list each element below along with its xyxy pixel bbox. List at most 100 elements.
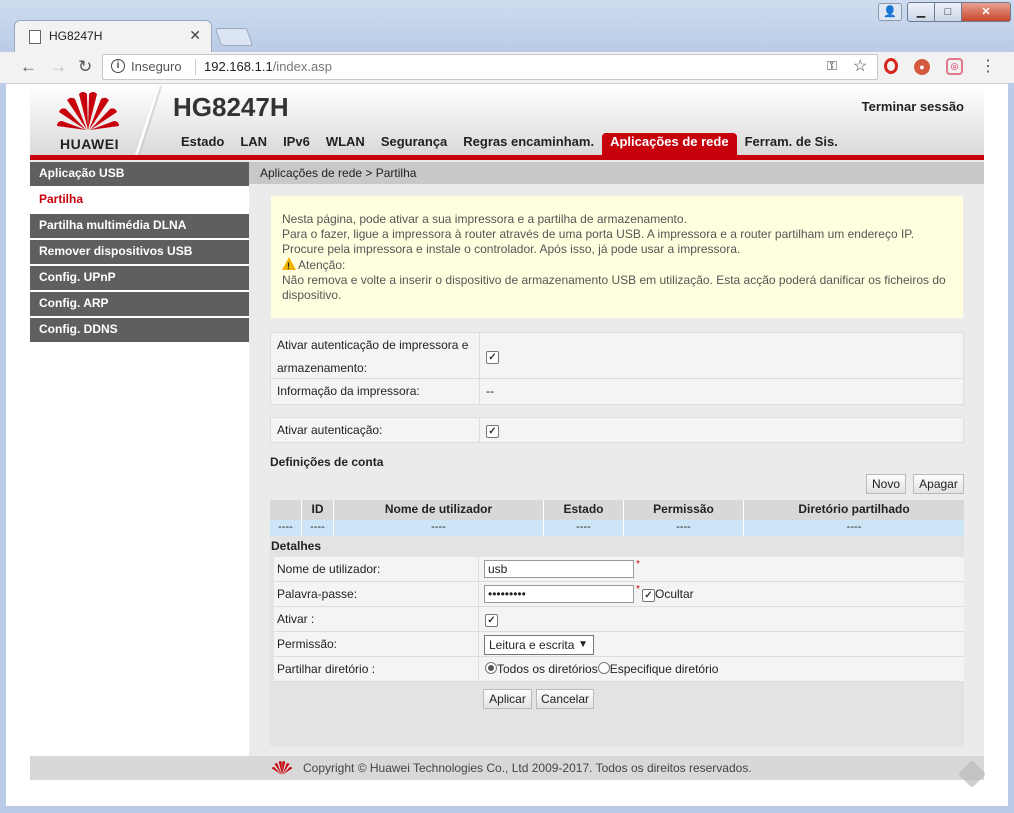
enable-checkbox[interactable]: ✓ <box>485 614 498 627</box>
nav-seguranca[interactable]: Segurança <box>373 133 455 156</box>
notice-line: Para o fazer, ligue a impressora à route… <box>282 227 915 241</box>
address-bar[interactable]: i Inseguro 192.168.1.1/index.asp ⚿ ☆ <box>102 54 878 80</box>
user-profile-icon[interactable]: 👤 <box>878 3 902 21</box>
forward-arrow-icon[interactable]: → <box>50 57 67 77</box>
auth-label: Ativar autenticação: <box>271 418 480 442</box>
notice-attention: ! Atenção: <box>282 257 951 273</box>
printer-auth-label: Ativar autenticação de impressora e arma… <box>271 333 480 379</box>
username-input[interactable]: usb <box>484 560 634 578</box>
auth-row: Ativar autenticação: ✓ <box>271 418 963 442</box>
sidebar-item-dlna[interactable]: Partilha multimédia DLNA <box>30 214 249 240</box>
column-header-id: ID <box>302 500 334 520</box>
url-path: /index.asp <box>272 59 332 74</box>
details-panel: Detalhes Nome de utilizador: usb * Palav… <box>270 536 964 746</box>
key-icon[interactable]: ⚿ <box>827 58 837 74</box>
nav-ipv6[interactable]: IPv6 <box>275 133 318 156</box>
notice-line: Procure pela impressora e instale o cont… <box>282 242 741 256</box>
breadcrumb: Aplicações de rede > Partilha <box>249 162 984 184</box>
opera-extension-icon[interactable] <box>884 58 898 74</box>
breadcrumb-text: Aplicações de rede > Partilha <box>260 166 417 180</box>
username-label: Nome de utilizador: <box>274 557 479 581</box>
column-header-status: Estado <box>544 500 624 520</box>
printer-auth-checkbox[interactable]: ✓ <box>486 351 499 364</box>
share-specific-radio[interactable] <box>597 662 610 674</box>
maximize-button[interactable]: □ <box>934 2 962 22</box>
password-row: Palavra-passe: ••••••••• * ✓ Ocultar <box>274 582 964 607</box>
table-row[interactable]: ---- ---- ---- ---- ---- ---- <box>270 520 964 536</box>
share-all-radio[interactable] <box>485 662 497 674</box>
permission-row: Permissão: Leitura e escrita ▼ <box>274 632 964 657</box>
sidebar-item-arp[interactable]: Config. ARP <box>30 292 249 318</box>
url-text[interactable]: 192.168.1.1/index.asp <box>204 59 332 74</box>
printer-auth-row: Ativar autenticação de impressora e arma… <box>271 333 963 379</box>
sidebar-item-aplicacao-usb[interactable]: Aplicação USB <box>30 162 249 188</box>
new-account-button[interactable]: Novo <box>866 474 906 494</box>
delete-account-button[interactable]: Apagar <box>913 474 964 494</box>
permission-select[interactable]: Leitura e escrita ▼ <box>484 635 594 655</box>
window-frame <box>0 806 1014 813</box>
table-cell: ---- <box>334 520 544 536</box>
divider <box>195 59 196 75</box>
hide-password-label: Ocultar <box>655 587 694 601</box>
browser-titlebar: HG8247H ✕ 👤 ▁ □ ✕ <box>0 0 1014 53</box>
printer-info-label: Informação da impressora: <box>271 379 480 404</box>
page-header: HUAWEI HG8247H Terminar sessão Estado LA… <box>30 86 984 156</box>
extension-icon[interactable]: ◎ <box>946 58 963 75</box>
sidebar-item-ddns[interactable]: Config. DDNS <box>30 318 249 344</box>
browser-tab[interactable]: HG8247H ✕ <box>14 20 212 53</box>
share-all-label[interactable]: Todos os diretórios <box>497 662 598 676</box>
extension-icon[interactable]: ● <box>914 59 930 75</box>
nav-lan[interactable]: LAN <box>232 133 275 156</box>
sidebar-item-upnp[interactable]: Config. UPnP <box>30 266 249 292</box>
copyright-text: Copyright © Huawei Technologies Co., Ltd… <box>303 761 752 775</box>
notice-line: Nesta página, pode ativar a sua impresso… <box>282 212 687 226</box>
device-model: HG8247H <box>173 92 289 122</box>
hide-password-checkbox[interactable]: ✓ <box>642 589 655 602</box>
enable-row: Ativar : ✓ <box>274 607 964 632</box>
main-content: Aplicações de rede > Partilha Nesta pági… <box>249 162 984 756</box>
sidebar-item-remover-usb[interactable]: Remover dispositivos USB <box>30 240 249 266</box>
enable-value: ✓ <box>485 607 498 631</box>
back-arrow-icon[interactable]: ← <box>20 57 37 77</box>
table-cell: ---- <box>302 520 334 536</box>
permission-selected: Leitura e escrita <box>489 638 575 652</box>
hide-password-toggle[interactable]: ✓ Ocultar <box>642 582 694 606</box>
sidebar: Aplicação USB Partilha Partilha multiméd… <box>30 162 249 756</box>
window-frame <box>0 83 6 806</box>
attention-label: Atenção: <box>298 258 346 272</box>
logout-link[interactable]: Terminar sessão <box>862 99 964 114</box>
new-tab-button[interactable] <box>214 28 254 46</box>
bookmark-star-icon[interactable]: ☆ <box>853 56 867 76</box>
url-host: 192.168.1.1 <box>204 59 273 74</box>
column-header-shared-dir: Diretório partilhado <box>798 502 910 516</box>
permission-label: Permissão: <box>274 632 479 656</box>
column-header-permission: Permissão <box>624 500 744 520</box>
info-icon[interactable]: i <box>111 59 125 73</box>
security-status[interactable]: Inseguro <box>131 59 182 74</box>
browser-menu-icon[interactable]: ⋮ <box>980 56 996 76</box>
nav-estado[interactable]: Estado <box>173 133 232 156</box>
share-dir-row: Partilhar diretório : Todos os diretório… <box>274 657 964 682</box>
sidebar-item-partilha[interactable]: Partilha <box>30 188 249 214</box>
reload-icon[interactable]: ↻ <box>78 57 92 77</box>
printer-info-row: Informação da impressora: -- <box>271 379 963 404</box>
tab-close-icon[interactable]: ✕ <box>189 27 201 44</box>
accounts-title: Definições de conta <box>270 455 384 469</box>
table-cell: ---- <box>624 520 744 536</box>
apply-button[interactable]: Aplicar <box>483 689 532 709</box>
nav-wlan[interactable]: WLAN <box>318 133 373 156</box>
share-specific-label[interactable]: Especifique diretório <box>610 662 719 676</box>
info-notice: Nesta página, pode ativar a sua impresso… <box>270 195 964 319</box>
password-label: Palavra-passe: <box>274 582 479 606</box>
password-input[interactable]: ••••••••• <box>484 585 634 603</box>
required-marker: * <box>636 559 640 570</box>
nav-ferramentas[interactable]: Ferram. de Sis. <box>737 133 846 156</box>
auth-checkbox[interactable]: ✓ <box>486 425 499 438</box>
share-dir-options: Todos os diretórios Especifique diretório <box>485 657 718 681</box>
minimize-button[interactable]: ▁ <box>907 2 935 22</box>
close-window-button[interactable]: ✕ <box>961 2 1011 22</box>
nav-aplicacoes-de-rede[interactable]: Aplicações de rede <box>602 133 737 156</box>
cancel-button[interactable]: Cancelar <box>536 689 594 709</box>
nav-regras[interactable]: Regras encaminham. <box>455 133 602 156</box>
auth-table: Ativar autenticação: ✓ <box>270 417 964 443</box>
